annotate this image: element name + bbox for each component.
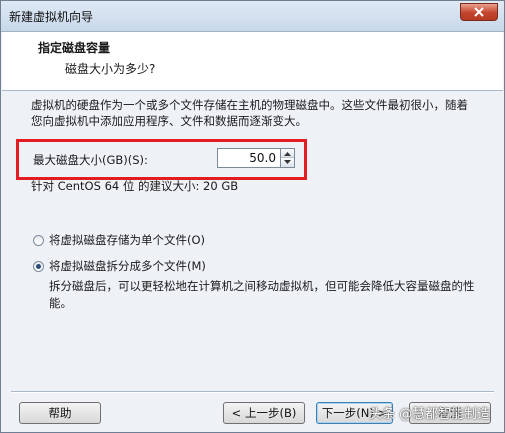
footer-divider [11, 391, 494, 393]
spin-down-button[interactable] [281, 158, 294, 167]
split-note-text: 拆分磁盘后，可以更轻松地在计算机之间移动虚拟机，但可能会降低大容量磁盘的性能。 [49, 279, 475, 310]
close-icon [474, 7, 484, 17]
spin-up-button[interactable] [281, 149, 294, 158]
disk-size-input[interactable] [217, 148, 281, 168]
chevron-up-icon [284, 152, 291, 156]
new-vm-wizard-window: 新建虚拟机向导 指定磁盘容量 磁盘大小为多少? 虚拟机的硬盘作为一个或多个文件存… [0, 0, 505, 433]
radio-single-file[interactable]: 将虚拟磁盘存储为单个文件(O) [33, 232, 206, 247]
close-button[interactable] [460, 3, 498, 21]
watermark-text: 头条 @慧都智能制造 [369, 407, 491, 422]
radio-split-files[interactable]: 将虚拟磁盘拆分成多个文件(M) [33, 258, 206, 273]
radio-single-file-label: 将虚拟磁盘存储为单个文件(O) [49, 233, 206, 247]
window-title: 新建虚拟机向导 [9, 10, 94, 24]
radio-split-files-circle[interactable] [33, 261, 44, 272]
page-subtitle: 磁盘大小为多少? [65, 62, 156, 76]
chevron-down-icon [284, 160, 291, 164]
help-button[interactable]: 帮助 [19, 402, 101, 424]
back-button[interactable]: < 上一步(B) [223, 402, 305, 424]
disk-size-label: 最大磁盘大小(GB)(S): [33, 153, 148, 167]
description-text: 虚拟机的硬盘作为一个或多个文件存储在主机的物理磁盘中。这些文件最初很小，随着您向… [31, 98, 468, 128]
radio-split-files-label: 将虚拟磁盘拆分成多个文件(M) [49, 259, 206, 273]
page-title: 指定磁盘容量 [38, 41, 111, 55]
title-bar[interactable]: 新建虚拟机向导 [1, 1, 504, 32]
disk-size-spinner [281, 148, 295, 168]
recommended-size-text: 针对 CentOS 64 位 的建议大小: 20 GB [31, 179, 239, 193]
wizard-header: 指定磁盘容量 磁盘大小为多少? [2, 32, 503, 91]
radio-single-file-circle[interactable] [33, 235, 44, 246]
